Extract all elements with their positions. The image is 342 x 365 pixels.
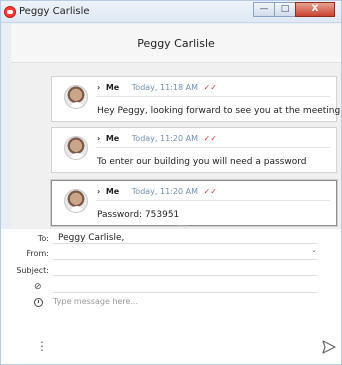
message-input[interactable]: Type message here... bbox=[53, 297, 138, 306]
sender-name: Me bbox=[105, 134, 120, 143]
clock-icon[interactable] bbox=[34, 298, 43, 307]
from-label: From: bbox=[26, 249, 49, 258]
conversation-title: Peggy Carlisle bbox=[11, 24, 341, 63]
to-field[interactable]: Peggy Carlisle, bbox=[58, 233, 124, 243]
read-receipt-icon: ✓✓ bbox=[203, 187, 217, 196]
attachment-divider bbox=[53, 292, 317, 293]
to-divider bbox=[53, 243, 317, 244]
message-time: Today, 11:18 AM bbox=[131, 83, 198, 92]
compose-splitter-handle[interactable] bbox=[177, 225, 189, 226]
paperclip-icon[interactable]: ⊘ bbox=[34, 282, 42, 292]
chevron-right-icon: › bbox=[97, 134, 101, 143]
read-receipt-icon: ✓✓ bbox=[203, 83, 217, 92]
message-header: › Me Today, 11:20 AM ✓✓ bbox=[97, 187, 217, 196]
avatar bbox=[64, 189, 88, 213]
message-header: › Me Today, 11:20 AM ✓✓ bbox=[97, 134, 217, 143]
title-bar: Peggy Carlisle — □ X bbox=[1, 1, 341, 23]
sender-name: Me bbox=[105, 83, 120, 92]
send-icon[interactable] bbox=[322, 340, 336, 354]
close-button[interactable]: X bbox=[295, 2, 335, 17]
chevron-right-icon: › bbox=[97, 83, 101, 92]
message-text: To enter our building you will need a pa… bbox=[97, 157, 307, 167]
message-header: › Me Today, 11:18 AM ✓✓ bbox=[97, 83, 217, 92]
sender-name: Me bbox=[105, 187, 120, 196]
message-divider bbox=[96, 200, 330, 201]
read-receipt-icon: ✓✓ bbox=[203, 134, 217, 143]
chevron-right-icon: › bbox=[97, 187, 101, 196]
chevron-down-icon[interactable]: ⌄ bbox=[311, 246, 317, 254]
message-item[interactable]: › Me Today, 11:18 AM ✓✓ Hey Peggy, looki… bbox=[51, 76, 341, 122]
message-time: Today, 11:20 AM bbox=[131, 134, 198, 143]
message-text: Hey Peggy, looking forward to see you at… bbox=[97, 106, 341, 116]
message-list[interactable]: › Me Today, 11:18 AM ✓✓ Hey Peggy, looki… bbox=[11, 63, 341, 228]
minimize-button[interactable]: — bbox=[253, 2, 275, 17]
avatar bbox=[64, 85, 88, 109]
message-item[interactable]: › Me Today, 11:20 AM ✓✓ To enter our bui… bbox=[51, 127, 337, 173]
avatar bbox=[64, 136, 88, 160]
message-time: Today, 11:20 AM bbox=[131, 187, 198, 196]
window-controls: — □ X bbox=[253, 2, 335, 17]
app-icon bbox=[4, 6, 16, 18]
message-text: Password: 753951 bbox=[97, 210, 180, 220]
window-title: Peggy Carlisle bbox=[19, 6, 90, 17]
subject-divider bbox=[53, 275, 317, 276]
chat-window: Peggy Carlisle — □ X Peggy Carlisle › Me… bbox=[0, 0, 342, 365]
to-label: To: bbox=[37, 234, 49, 243]
maximize-button[interactable]: □ bbox=[274, 2, 296, 17]
message-divider bbox=[96, 147, 330, 148]
message-divider bbox=[96, 96, 330, 97]
subject-label: Subject: bbox=[16, 266, 49, 275]
more-vertical-icon[interactable]: ⋮ bbox=[36, 340, 48, 352]
message-item-selected[interactable]: › Me Today, 11:20 AM ✓✓ Password: 753951 bbox=[51, 180, 337, 226]
from-divider bbox=[53, 259, 317, 260]
